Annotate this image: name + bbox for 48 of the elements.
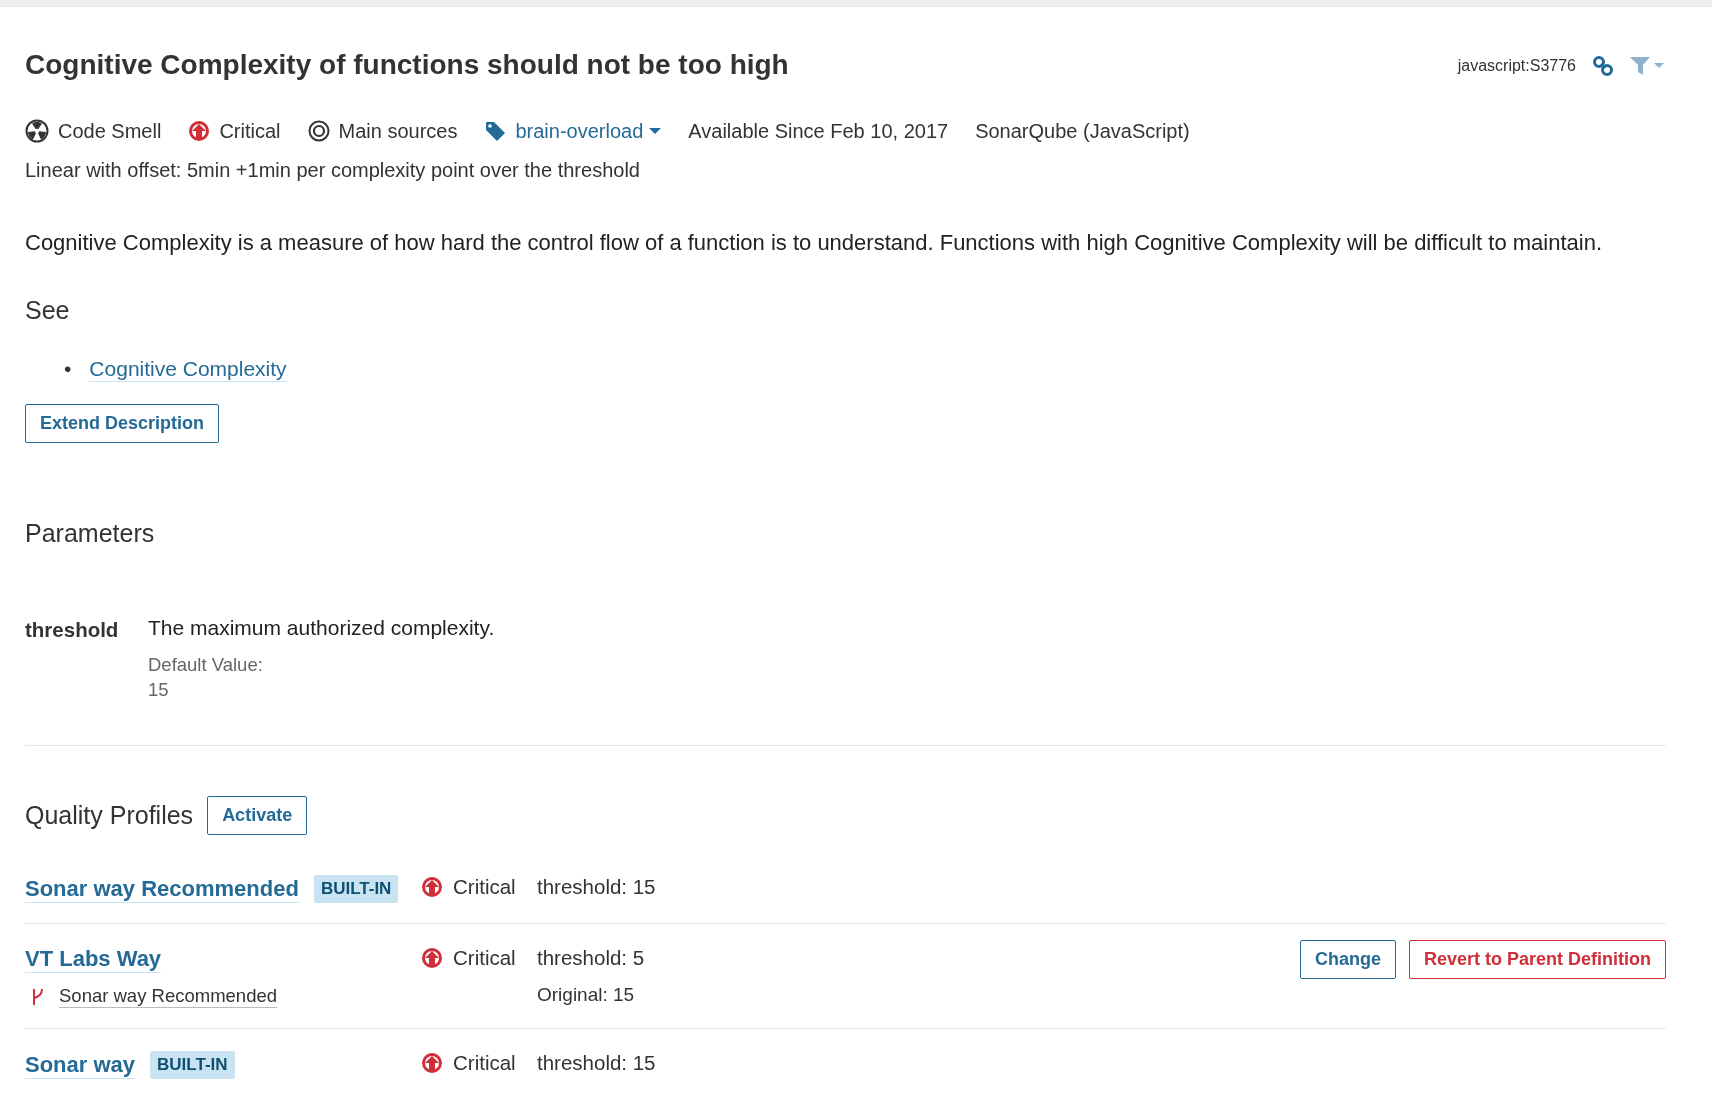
permalink-button[interactable] [1592,55,1614,77]
revert-button[interactable]: Revert to Parent Definition [1408,940,1666,979]
parameter-name: threshold [25,618,120,643]
profile-link[interactable]: VT Labs Way [25,946,162,973]
available-date: Available Since Feb 10, 2017 [688,119,949,143]
original-value: Original: 15 [537,984,636,1006]
severity-label: Critical [453,946,516,970]
profile-link[interactable]: Sonar way Recommended [25,875,299,903]
extend-description-button[interactable]: Extend Description [25,404,220,443]
reference-link[interactable]: Cognitive Complexity [89,357,287,382]
default-value: 15 [148,679,170,701]
parameter-value: threshold: 15 [537,875,657,899]
see-heading: See [25,296,71,325]
remediation-text: Linear with offset: 5min +1min per complexity point over the threshold [25,159,641,182]
link-icon [1592,55,1614,77]
parameters-heading: Parameters [25,519,156,548]
built-in-badge: BUILT-IN [313,875,399,903]
tag-icon [484,120,507,142]
change-button[interactable]: Change [1299,940,1396,979]
critical-icon [188,120,211,142]
fork-icon [30,986,44,1007]
quality-profiles-heading: Quality Profiles [25,801,194,830]
parameter-description: The maximum authorized complexity. [148,616,495,640]
activate-button[interactable]: Activate [207,796,308,835]
repository-label: SonarQube (JavaScript) [975,119,1190,143]
critical-icon [421,1052,443,1074]
built-in-badge: BUILT-IN [150,1051,235,1079]
severity-label: Critical [453,1051,516,1075]
rule-title: Cognitive Complexity of functions should not be too high [25,49,789,81]
critical-icon [421,876,443,898]
scope-label: Main sources [338,119,458,143]
severity-label: Critical [453,875,516,899]
parameter-value: threshold: 15 [537,1051,657,1075]
rule-type: Code Smell [58,119,162,143]
parent-profile-link[interactable]: Sonar way Recommended [59,985,277,1008]
default-value-label: Default Value: [148,654,264,676]
radiation-icon [25,119,49,143]
bullet-mark: • [64,357,72,382]
description-text: Cognitive Complexity is a measure of how hard the control flow of a function is to understand. Functions with high Cognitive Complexity will be difficult to maintain. [25,230,1604,256]
critical-icon [421,947,443,969]
tag-dropdown[interactable]: brain-overload [515,119,662,143]
rule-key: javascript:S3776 [1457,57,1576,75]
severity-label: Critical [219,119,281,143]
filter-icon [1630,56,1666,76]
parameter-value: threshold: 5 [537,946,646,970]
target-icon [307,120,330,142]
profile-link[interactable]: Sonar way [25,1051,136,1079]
caret-icon [649,127,662,135]
